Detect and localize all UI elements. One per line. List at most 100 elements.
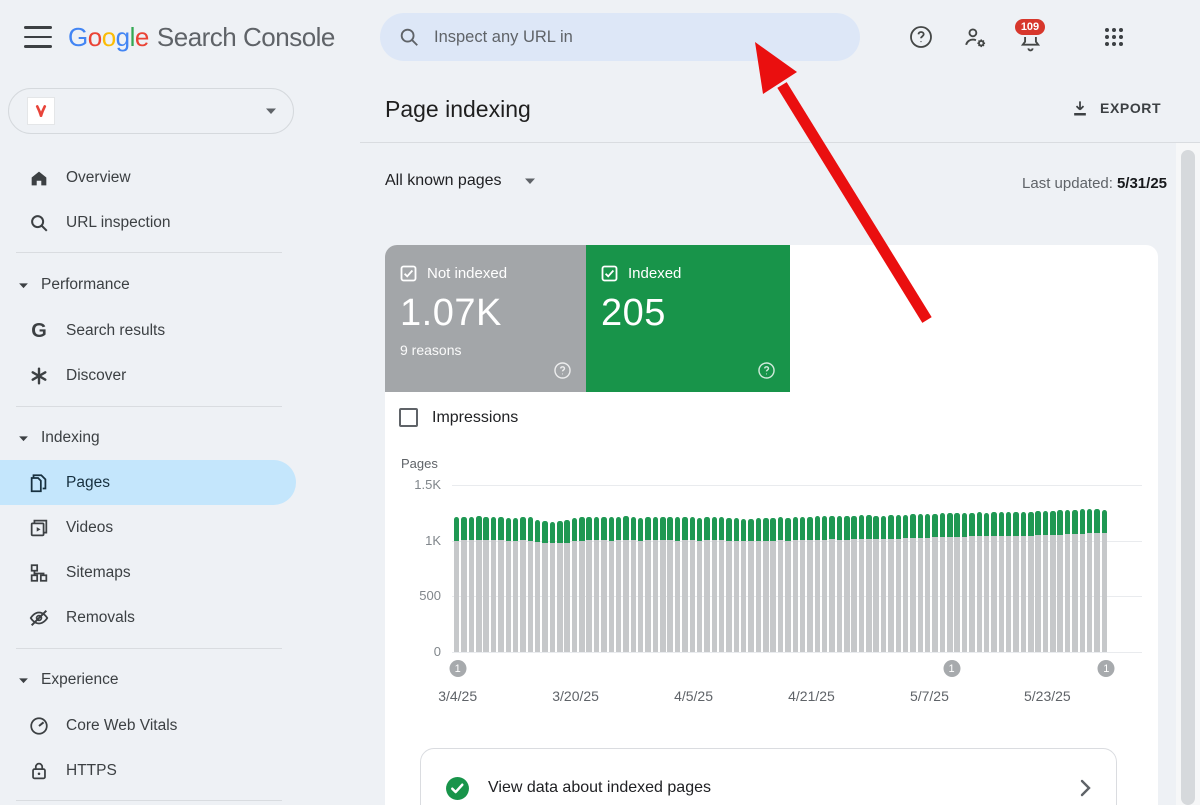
chart-bar[interactable] [991,512,998,652]
chart-bar[interactable] [888,515,895,652]
menu-hamburger-button[interactable] [24,26,52,48]
chart-bar[interactable] [660,517,667,652]
chart-bar[interactable] [844,516,851,652]
chart-bar[interactable] [550,522,557,652]
chart-bar[interactable] [770,518,777,652]
chart-bar[interactable] [1006,512,1013,652]
chart-bar[interactable] [925,514,932,652]
chart-bar[interactable] [829,516,836,652]
chart-bar[interactable] [564,520,571,652]
checkbox-checked-icon[interactable] [601,265,618,282]
chart-bar[interactable] [999,512,1006,652]
chart-bar[interactable] [873,516,880,652]
chart-bar[interactable] [940,513,947,652]
sidebar-item-removals[interactable]: Removals [0,595,296,640]
chart-bar[interactable] [454,517,461,652]
chart-bar[interactable] [903,515,910,652]
help-icon[interactable] [553,361,572,380]
help-button[interactable] [909,25,933,49]
chart-bar[interactable] [667,517,674,652]
chart-bar[interactable] [528,517,535,652]
chart-bar[interactable] [631,517,638,652]
chart-bar[interactable] [785,518,792,652]
chart-bar[interactable] [542,521,549,652]
chart-bar[interactable] [969,513,976,652]
chart-bar[interactable] [734,518,741,652]
sidebar-section-performance[interactable]: Performance [0,265,296,305]
chart-bar[interactable] [793,517,800,652]
chart-bar[interactable] [690,517,697,652]
checkbox-unchecked-icon[interactable] [399,408,418,427]
chart-bar[interactable] [653,517,660,652]
chart-bar[interactable] [748,519,755,652]
chart-bar[interactable] [859,515,866,652]
chart-bar[interactable] [1094,509,1101,652]
user-settings-button[interactable] [963,25,987,49]
chart-bar[interactable] [609,517,616,652]
sidebar-item-search-results[interactable]: G Search results [0,308,296,353]
chart-annotation-marker[interactable]: 1 [943,660,960,677]
chart-bar[interactable] [535,520,542,652]
chart-bar[interactable] [491,517,498,652]
sidebar-item-core-web-vitals[interactable]: Core Web Vitals [0,703,296,748]
not-indexed-card[interactable]: Not indexed 1.07K 9 reasons [385,245,586,392]
chart-bar[interactable] [682,517,689,652]
sidebar-item-videos[interactable]: Videos [0,505,296,550]
chart-bar[interactable] [586,517,593,652]
sidebar-item-sitemaps[interactable]: Sitemaps [0,550,296,595]
chart-bar[interactable] [1043,511,1050,652]
chart-bar[interactable] [741,519,748,652]
sidebar-item-overview[interactable]: Overview [0,155,296,200]
chart-bar[interactable] [572,518,579,652]
sidebar-item-https[interactable]: HTTPS [0,748,296,793]
chart-bar[interactable] [461,517,468,652]
chart-bar[interactable] [579,517,586,652]
chart-bar[interactable] [815,516,822,652]
chart-bar[interactable] [506,518,513,652]
chart-bar[interactable] [645,517,652,652]
chart-bar[interactable] [726,518,733,652]
chart-bar[interactable] [719,517,726,652]
chart-bar[interactable] [910,514,917,652]
chart-bar[interactable] [954,513,961,652]
chart-bar[interactable] [557,521,564,652]
chart-bar[interactable] [822,516,829,652]
chart-bar[interactable] [1080,509,1087,652]
sidebar-section-indexing[interactable]: Indexing [0,418,296,458]
indexed-card[interactable]: Indexed 205 [586,245,790,392]
chart-bar[interactable] [918,514,925,652]
reasons-link[interactable]: 9 reasons [400,342,571,358]
chart-bar[interactable] [800,517,807,652]
help-icon[interactable] [757,361,776,380]
chart-bar[interactable] [896,515,903,652]
chart-bar[interactable] [1072,510,1079,652]
chart-bar[interactable] [1035,511,1042,652]
chart-bar[interactable] [763,518,770,652]
property-selector[interactable] [8,88,294,134]
chart-bar[interactable] [712,517,719,652]
chart-bar[interactable] [623,516,630,652]
chart-bar[interactable] [932,514,939,652]
url-inspect-search-input[interactable]: Inspect any URL in [380,13,860,61]
chart-bar[interactable] [1028,512,1035,653]
scrollbar-thumb[interactable] [1181,150,1195,805]
chart-bar[interactable] [962,513,969,652]
chart-bar[interactable] [498,517,505,652]
chart-bar[interactable] [1087,509,1094,652]
chart-bar[interactable] [1013,512,1020,652]
view-indexed-data-link[interactable]: View data about indexed pages [420,748,1117,805]
sidebar-section-experience[interactable]: Experience [0,660,296,700]
page-filter-dropdown[interactable]: All known pages [385,172,536,190]
chart-bar[interactable] [476,516,483,652]
chart-bar[interactable] [469,517,476,652]
sidebar-item-url-inspection[interactable]: URL inspection [0,200,296,245]
chart-bar[interactable] [616,517,623,652]
chart-bar[interactable] [601,517,608,652]
chart-bar[interactable] [697,518,704,652]
chart-bar[interactable] [513,518,520,652]
chart-bar[interactable] [851,516,858,652]
chart-bar[interactable] [756,518,763,652]
chart-bar[interactable] [675,517,682,652]
chart-bar[interactable] [807,517,814,652]
chart-bar[interactable] [1102,510,1109,652]
